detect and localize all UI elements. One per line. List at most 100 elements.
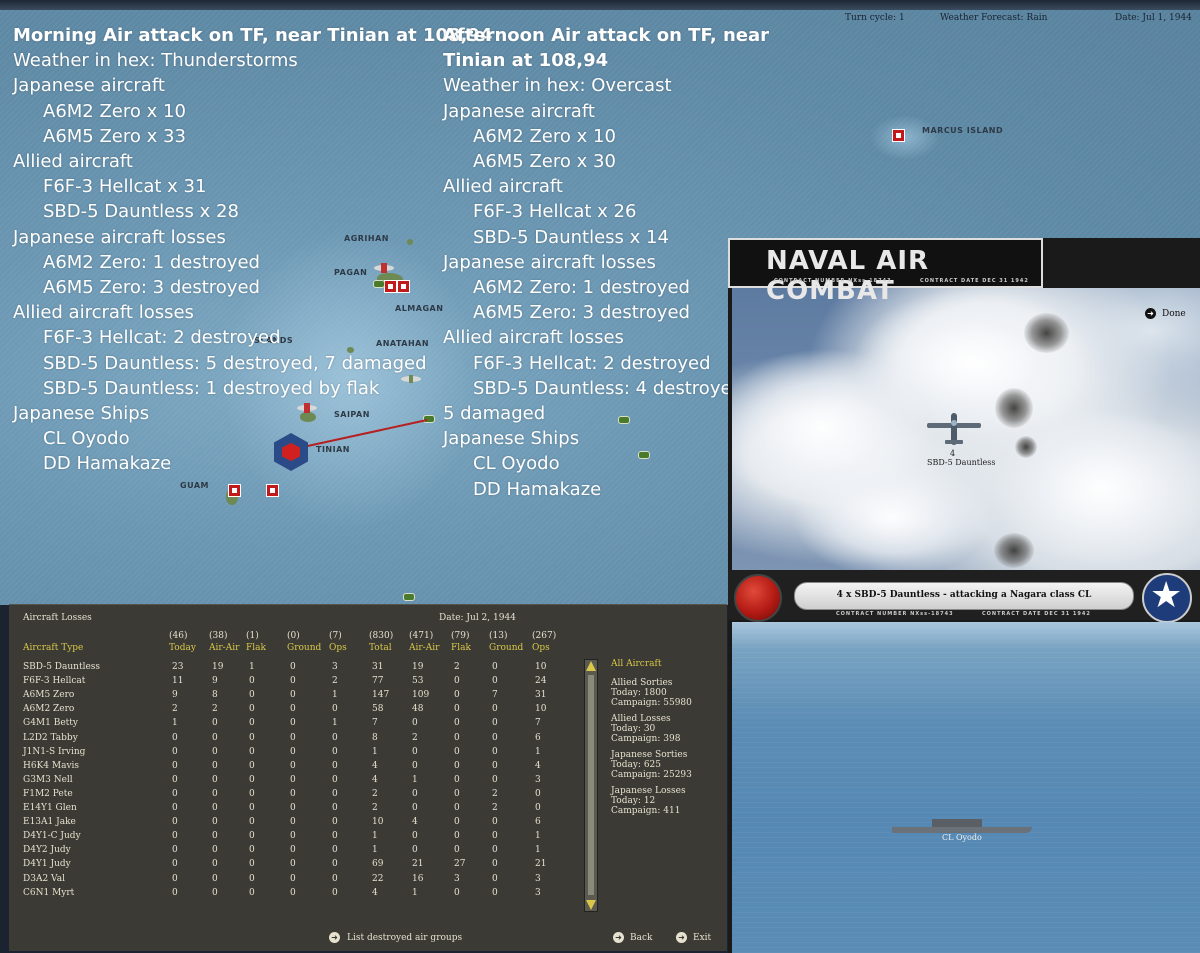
loss-value-cell: 8 (212, 690, 218, 701)
loss-value-cell: 31 (372, 662, 384, 672)
allied-losses-campaign: Campaign: 398 (611, 734, 681, 744)
report-line: DD Hamakaze (473, 478, 602, 500)
report-line: DD Hamakaze (43, 453, 172, 475)
loss-value-cell: 0 (290, 760, 296, 771)
loss-value-cell: 0 (172, 817, 178, 828)
report-line: SBD-5 Dauntless x 14 (473, 226, 669, 248)
column-count: (1) (246, 631, 259, 641)
loss-value-cell: 0 (212, 817, 218, 828)
jp-sorties-campaign: Campaign: 25293 (611, 770, 692, 780)
scroll-thumb[interactable] (588, 675, 594, 895)
aircraft-type-cell: F1M2 Pete (23, 788, 73, 799)
loss-value-cell: 0 (454, 803, 460, 813)
loss-value-cell: 109 (412, 690, 430, 701)
loss-value-cell: 0 (290, 788, 296, 799)
scroll-up-icon[interactable] (586, 661, 596, 671)
loss-value-cell: 0 (172, 760, 178, 771)
loss-value-cell: 0 (412, 746, 418, 757)
loss-value-cell: 0 (290, 845, 296, 856)
aircraft-type-cell: A6M2 Zero (23, 704, 75, 715)
loss-value-cell: 21 (412, 859, 424, 870)
column-count: (13) (489, 631, 508, 641)
dauntless-aircraft-icon[interactable] (925, 411, 983, 447)
back-label: Back (630, 933, 653, 943)
loss-value-cell: 3 (535, 887, 541, 898)
loss-value-cell: 8 (372, 732, 378, 743)
report-line: SBD-5 Dauntless x 28 (43, 201, 239, 223)
report-line: F6F-3 Hellcat x 26 (473, 201, 637, 223)
column-count: (0) (287, 631, 300, 641)
loss-value-cell: 0 (249, 746, 255, 757)
jp-losses-label: Japanese Losses (611, 786, 686, 796)
jp-losses-header: Japanese aircraft losses (13, 226, 226, 248)
scroll-down-icon[interactable] (586, 900, 596, 910)
loss-value-cell: 2 (412, 732, 418, 743)
loss-value-cell: 0 (172, 845, 178, 856)
loss-value-cell: 0 (249, 803, 255, 813)
loss-value-cell: 11 (172, 676, 184, 687)
report-line: F6F-3 Hellcat x 31 (43, 176, 207, 198)
loss-value-cell: 2 (332, 676, 338, 687)
jp-sorties-label: Japanese Sorties (611, 750, 688, 760)
loss-value-cell: 0 (212, 873, 218, 884)
jp-aircraft-header: Japanese aircraft (443, 100, 595, 122)
loss-value-cell: 0 (290, 718, 296, 729)
loss-value-cell: 1 (535, 845, 541, 856)
loss-value-cell: 1 (372, 831, 378, 842)
loss-value-cell: 2 (372, 803, 378, 813)
loss-value-cell: 23 (172, 662, 184, 672)
contract-date: CONTRACT DATE DEC 31 1942 (920, 278, 1029, 284)
loss-value-cell: 0 (492, 817, 498, 828)
report-title: Morning Air attack on TF, near Tinian at… (13, 25, 493, 46)
loss-value-cell: 0 (332, 845, 338, 856)
loss-value-cell: 0 (290, 803, 296, 813)
aircraft-type-cell: C6N1 Myrt (23, 887, 75, 898)
loss-value-cell: 0 (492, 774, 498, 785)
naval-air-combat-panel: 4 SBD-5 Dauntless ➜ Done NAVAL AIR COMBA… (728, 238, 1200, 953)
aircraft-count: 4 (950, 449, 956, 458)
loss-value-cell: 0 (492, 887, 498, 898)
report-line: F6F-3 Hellcat: 2 destroyed (473, 352, 711, 374)
column-header: Air-Air (209, 643, 240, 653)
arrow-right-icon: ➜ (676, 932, 687, 943)
aircraft-type-cell: D4Y2 Judy (23, 845, 71, 856)
column-header: Flak (246, 643, 266, 653)
aircraft-losses-panel: Aircraft Losses Date: Jul 2, 1944 Aircra… (9, 604, 727, 951)
loss-value-cell: 0 (412, 718, 418, 729)
loss-value-cell: 0 (454, 845, 460, 856)
table-scrollbar[interactable] (584, 659, 598, 912)
allied-losses-label: Allied Losses (611, 714, 671, 724)
report-line: A6M2 Zero: 1 destroyed (473, 277, 690, 299)
column-header: Total (369, 643, 392, 653)
allied-losses-header: Allied aircraft losses (443, 327, 624, 349)
loss-value-cell: 0 (332, 831, 338, 842)
loss-value-cell: 0 (454, 676, 460, 687)
loss-value-cell: 0 (249, 788, 255, 799)
report-line: A6M2 Zero x 10 (43, 100, 186, 122)
loss-value-cell: 0 (412, 760, 418, 771)
loss-value-cell: 0 (172, 831, 178, 842)
loss-value-cell: 0 (492, 873, 498, 884)
loss-value-cell: 0 (212, 732, 218, 743)
loss-value-cell: 0 (332, 746, 338, 757)
combat-sky-view: 4 SBD-5 Dauntless ➜ Done (732, 288, 1200, 570)
loss-value-cell: 0 (212, 831, 218, 842)
loss-value-cell: 0 (249, 732, 255, 743)
loss-value-cell: 0 (249, 817, 255, 828)
column-header: Today (169, 643, 196, 653)
loss-value-cell: 1 (412, 774, 418, 785)
loss-value-cell: 0 (332, 732, 338, 743)
contract-date: CONTRACT DATE DEC 31 1942 (982, 611, 1091, 617)
flak-burst (1024, 313, 1069, 353)
loss-value-cell: 0 (535, 788, 541, 799)
aircraft-type-cell: G4M1 Betty (23, 718, 78, 729)
loss-value-cell: 0 (249, 676, 255, 687)
loss-value-cell: 16 (412, 873, 424, 884)
loss-value-cell: 0 (290, 732, 296, 743)
column-header: Ground (287, 643, 322, 653)
allied-losses-header: Allied aircraft losses (13, 302, 194, 324)
loss-value-cell: 0 (492, 831, 498, 842)
loss-value-cell: 0 (212, 803, 218, 813)
loss-value-cell: 4 (412, 817, 418, 828)
report-title: Tinian at 108,94 (443, 50, 609, 72)
